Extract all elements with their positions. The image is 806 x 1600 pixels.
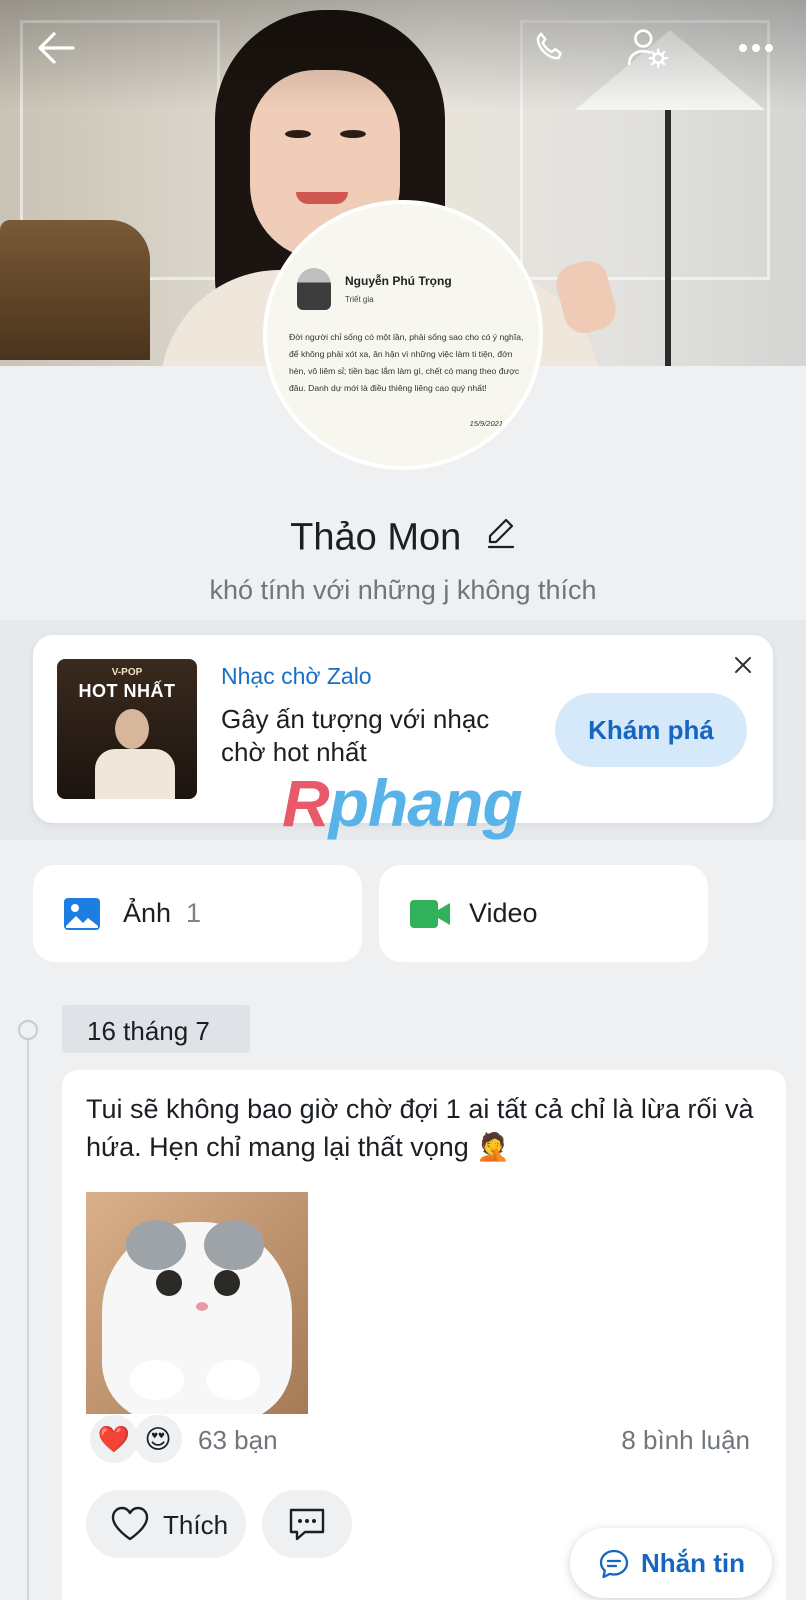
- pencil-icon: [487, 519, 514, 549]
- message-label: Nhắn tin: [641, 1548, 745, 1578]
- top-bar: [0, 0, 806, 100]
- watermark-rest: phang: [328, 766, 523, 840]
- quote-author-role: Triết gia: [345, 295, 374, 304]
- avatar[interactable]: Nguyễn Phú Trọng Triết gia Đời người chỉ…: [263, 200, 543, 470]
- video-icon: [410, 900, 450, 928]
- phone-icon: [536, 32, 562, 60]
- photos-button[interactable]: Ảnh 1: [33, 865, 362, 962]
- comment-icon: [289, 1508, 325, 1541]
- heart-icon: [111, 1506, 149, 1541]
- back-arrow-icon: [38, 32, 75, 64]
- cat-eye: [156, 1270, 182, 1296]
- photos-label: Ảnh: [123, 898, 172, 928]
- back-button[interactable]: [30, 22, 82, 74]
- more-button[interactable]: [730, 22, 782, 74]
- thumb-tag: V-POP: [111, 667, 143, 678]
- date-chip: 16 tháng 7: [62, 1005, 250, 1053]
- music-source: Nhạc chờ Zalo: [221, 663, 372, 689]
- explore-button[interactable]: Khám phá: [555, 693, 747, 767]
- thumb-title: HOT NHẤT: [78, 681, 176, 701]
- eye: [285, 130, 311, 138]
- call-button[interactable]: [524, 22, 576, 74]
- post-card[interactable]: Tui sẽ không bao giờ chờ đợi 1 ai tất cả…: [62, 1070, 786, 1600]
- reaction-count[interactable]: 63 bạn: [198, 1425, 278, 1456]
- post-photo[interactable]: [86, 1192, 308, 1414]
- more-icon: [739, 44, 773, 52]
- close-icon: [735, 657, 751, 673]
- edit-name-button[interactable]: [486, 516, 516, 559]
- profile-bio: khó tính với những j không thích: [209, 575, 597, 605]
- user-settings-icon: [627, 29, 669, 69]
- quote-date: 15/9/2021: [469, 419, 503, 428]
- singer-head: [115, 709, 149, 749]
- cat-nose: [196, 1302, 208, 1311]
- like-button[interactable]: Thích: [86, 1490, 246, 1558]
- lips: [296, 192, 348, 204]
- watermark: Rphang: [282, 765, 523, 841]
- video-label: Video: [469, 898, 538, 928]
- post-text: Tui sẽ không bao giờ chờ đợi 1 ai tất cả…: [86, 1094, 754, 1162]
- music-thumbnail[interactable]: V-POP HOT NHẤT: [57, 659, 197, 799]
- video-button[interactable]: Video: [379, 865, 708, 962]
- author-portrait: [297, 268, 331, 310]
- chat-icon: [599, 1549, 629, 1579]
- photos-count: 1: [186, 898, 202, 928]
- close-banner-button[interactable]: [729, 651, 757, 679]
- quote-author: Nguyễn Phú Trọng: [345, 274, 452, 288]
- quote-text: Đời người chỉ sống có một lần, phải sống…: [289, 332, 524, 393]
- cat-paw: [130, 1360, 184, 1400]
- profile-settings-button[interactable]: [622, 22, 674, 74]
- reaction-heart-eyes[interactable]: 😍: [134, 1415, 182, 1463]
- cat-ear-patch: [126, 1220, 186, 1270]
- watermark-r: R: [282, 766, 330, 840]
- timeline-line: [27, 1030, 29, 1600]
- profile-name: Thảo Mon: [290, 516, 462, 559]
- eye: [340, 130, 366, 138]
- comment-count[interactable]: 8 bình luận: [621, 1425, 750, 1456]
- lamp-pole: [665, 110, 671, 366]
- cat-paw: [206, 1360, 260, 1400]
- like-label: Thích: [163, 1510, 229, 1540]
- chair: [0, 220, 150, 360]
- cat-eye: [214, 1270, 240, 1296]
- message-button[interactable]: Nhắn tin: [570, 1528, 772, 1598]
- comment-button[interactable]: [262, 1490, 352, 1558]
- cat-ear-patch: [204, 1220, 264, 1270]
- timeline-dot: [18, 1020, 38, 1040]
- profile-name-row: Thảo Mon: [0, 515, 806, 559]
- singer-body: [95, 749, 175, 799]
- music-description: Gây ấn tượng với nhạc chờ hot nhất: [221, 704, 490, 767]
- reaction-heart[interactable]: ❤️: [90, 1415, 138, 1463]
- photo-icon: [64, 898, 100, 930]
